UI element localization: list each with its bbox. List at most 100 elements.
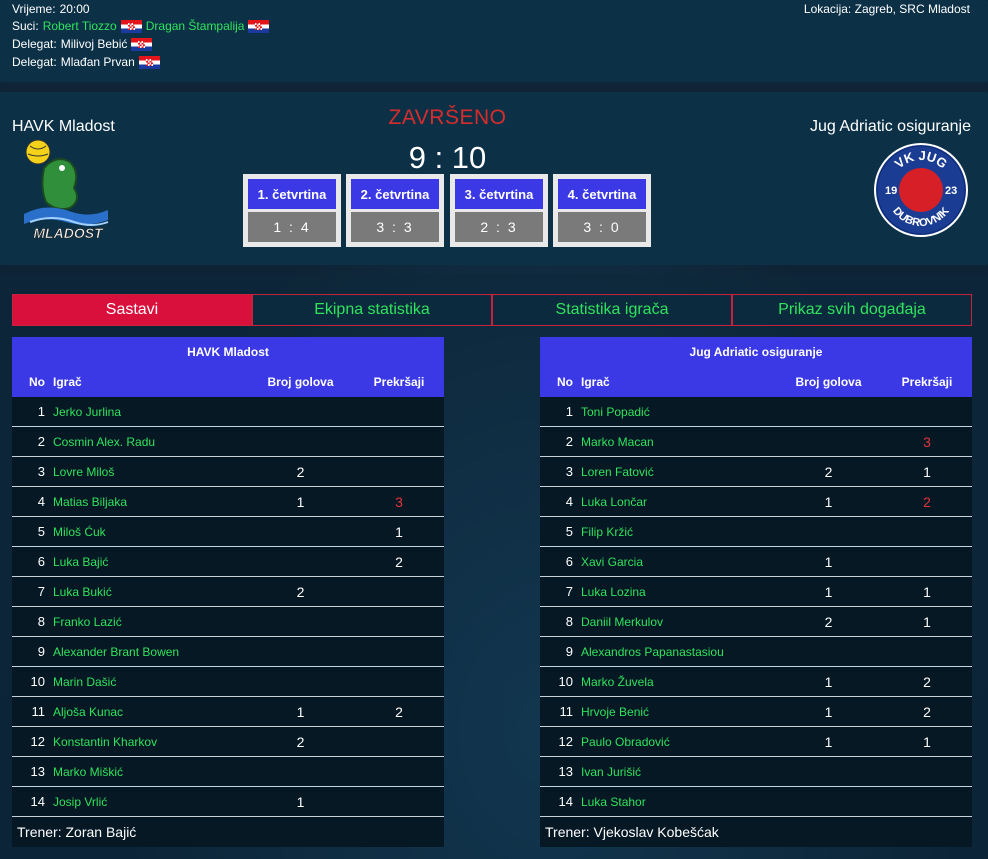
player-number: 12 bbox=[30, 734, 45, 749]
referee-1-link[interactable]: Robert Tiozzo bbox=[43, 19, 117, 33]
player-name-link[interactable]: Alexander Brant Bowen bbox=[53, 637, 179, 666]
player-goals: 1 bbox=[296, 793, 305, 810]
tab-sastavi[interactable]: Sastavi bbox=[12, 294, 252, 326]
player-fouls: 1 bbox=[923, 733, 931, 750]
player-fouls: 3 bbox=[923, 433, 931, 450]
player-name-link[interactable]: Xavi Garcia bbox=[581, 547, 643, 576]
player-name-link[interactable]: Alexandros Papanastasiou bbox=[581, 637, 724, 666]
player-row: 5 Filip Kržić bbox=[540, 517, 972, 547]
away-lineup-table: Jug Adriatic osiguranje No Igrač Broj go… bbox=[540, 337, 972, 847]
player-number: 1 bbox=[565, 404, 573, 419]
player-number: 13 bbox=[558, 764, 573, 779]
player-row: 2 Marko Macan 3 bbox=[540, 427, 972, 457]
player-name-link[interactable]: Loren Fatović bbox=[581, 457, 654, 486]
player-fouls bbox=[364, 427, 434, 456]
player-name-link[interactable]: Luka Lozina bbox=[581, 577, 646, 606]
player-name-link[interactable]: Luka Stahor bbox=[581, 787, 646, 816]
tab-statistika-igraca[interactable]: Statistika igrača bbox=[492, 294, 732, 326]
player-fouls bbox=[364, 457, 434, 486]
player-fouls bbox=[892, 517, 962, 546]
away-logo-left-text: 19 bbox=[885, 185, 897, 197]
player-goals bbox=[785, 517, 872, 546]
delegate-1-name: Milivoj Bebić bbox=[60, 37, 128, 51]
croatia-flag-icon bbox=[131, 37, 153, 51]
player-fouls bbox=[364, 607, 434, 636]
player-goals: 1 bbox=[824, 553, 833, 570]
player-name-link[interactable]: Miloš Ćuk bbox=[53, 517, 106, 546]
player-row: 9 Alexandros Papanastasiou bbox=[540, 637, 972, 667]
tab-prikaz-dogadaja[interactable]: Prikaz svih događaja bbox=[732, 294, 972, 326]
home-player-rows: 1 Jerko Jurlina 2 Cosmin Alex. Radu 3 Lovre M… bbox=[12, 397, 444, 817]
player-name-link[interactable]: Filip Kržić bbox=[581, 517, 633, 546]
player-goals: 1 bbox=[824, 583, 833, 600]
player-name-link[interactable]: Daniil Merkulov bbox=[581, 607, 663, 636]
player-row: 11 Aljoša Kunac 1 2 bbox=[12, 697, 444, 727]
player-name-link[interactable]: Marko Žuvela bbox=[581, 667, 654, 696]
player-name-link[interactable]: Matias Biljaka bbox=[53, 487, 127, 516]
player-goals bbox=[257, 397, 344, 426]
player-number: 11 bbox=[31, 704, 46, 719]
column-goals: Broj golova bbox=[795, 375, 862, 389]
home-lineup-table: HAVK Mladost No Igrač Broj golova Prekrš… bbox=[12, 337, 444, 847]
player-fouls bbox=[364, 637, 434, 666]
player-fouls bbox=[364, 757, 434, 786]
player-name-link[interactable]: Ivan Jurišić bbox=[581, 757, 641, 786]
player-name-link[interactable]: Hrvoje Benić bbox=[581, 697, 649, 726]
player-number: 13 bbox=[30, 764, 45, 779]
player-row: 10 Marko Žuvela 1 2 bbox=[540, 667, 972, 697]
match-info-panel: Vrijeme: 20:00 Suci: Robert Tiozzo Draga… bbox=[0, 0, 988, 82]
player-name-link[interactable]: Cosmin Alex. Radu bbox=[53, 427, 155, 456]
player-number: 7 bbox=[565, 584, 573, 599]
away-team-logo: VK JUG DUBROVNIK 19 23 bbox=[873, 142, 969, 238]
player-name-link[interactable]: Josip Vrlić bbox=[53, 787, 107, 816]
player-name-link[interactable]: Konstantin Kharkov bbox=[53, 727, 157, 756]
player-name-link[interactable]: Marko Macan bbox=[581, 427, 654, 456]
player-number: 10 bbox=[30, 674, 45, 689]
quarter-label: 4. četvrtina bbox=[558, 179, 646, 209]
player-name-link[interactable]: Paulo Obradović bbox=[581, 727, 670, 756]
quarter-label: 2. četvrtina bbox=[351, 179, 439, 209]
player-name-link[interactable]: Marin Dašić bbox=[53, 667, 116, 696]
player-number: 6 bbox=[565, 554, 573, 569]
player-row: 3 Lovre Miloš 2 bbox=[12, 457, 444, 487]
croatia-flag-icon bbox=[138, 55, 160, 69]
player-number: 8 bbox=[565, 614, 573, 629]
player-row: 12 Paulo Obradović 1 1 bbox=[540, 727, 972, 757]
player-goals bbox=[257, 667, 344, 696]
scoreboard-panel: HAVK Mladost MLADOST ZAVRŠENO 9 : 10 1. … bbox=[0, 92, 988, 265]
player-fouls: 2 bbox=[923, 703, 931, 720]
player-name-link[interactable]: Toni Popadić bbox=[581, 397, 650, 426]
player-goals bbox=[257, 757, 344, 786]
away-logo-right-text: 23 bbox=[945, 185, 957, 197]
quarter-score: 3 : 0 bbox=[558, 212, 646, 242]
quarter-1-box: 1. četvrtina 1 : 4 bbox=[243, 174, 341, 247]
player-name-link[interactable]: Luka Bajić bbox=[53, 547, 108, 576]
player-fouls bbox=[892, 787, 962, 816]
player-fouls bbox=[364, 727, 434, 756]
player-name-link[interactable]: Jerko Jurlina bbox=[53, 397, 121, 426]
player-name-link[interactable]: Luka Bukić bbox=[53, 577, 112, 606]
player-row: 8 Daniil Merkulov 2 1 bbox=[540, 607, 972, 637]
player-name-link[interactable]: Marko Miškić bbox=[53, 757, 123, 786]
player-number: 4 bbox=[37, 494, 45, 509]
time-label: Vrijeme: bbox=[12, 2, 56, 16]
player-row: 4 Matias Biljaka 1 3 bbox=[12, 487, 444, 517]
player-number: 11 bbox=[559, 704, 574, 719]
player-name-link[interactable]: Lovre Miloš bbox=[53, 457, 114, 486]
player-fouls: 1 bbox=[923, 463, 931, 480]
player-number: 7 bbox=[37, 584, 45, 599]
referee-2-link[interactable]: Dragan Štampalija bbox=[146, 19, 245, 33]
player-name-link[interactable]: Aljoša Kunac bbox=[53, 697, 123, 726]
player-row: 1 Toni Popadić bbox=[540, 397, 972, 427]
player-row: 7 Luka Lozina 1 1 bbox=[540, 577, 972, 607]
player-goals bbox=[785, 757, 872, 786]
player-name-link[interactable]: Luka Lončar bbox=[581, 487, 647, 516]
player-name-link[interactable]: Franko Lazić bbox=[53, 607, 122, 636]
delegate-label: Delegat: bbox=[12, 37, 57, 51]
player-number: 2 bbox=[565, 434, 573, 449]
referees-line: Suci: Robert Tiozzo Dragan Štampalija bbox=[12, 19, 270, 33]
tab-ekipna-statistika[interactable]: Ekipna statistika bbox=[252, 294, 492, 326]
player-number: 14 bbox=[558, 794, 573, 809]
away-team-name[interactable]: Jug Adriatic osiguranje bbox=[810, 118, 971, 136]
player-goals: 2 bbox=[296, 733, 305, 750]
